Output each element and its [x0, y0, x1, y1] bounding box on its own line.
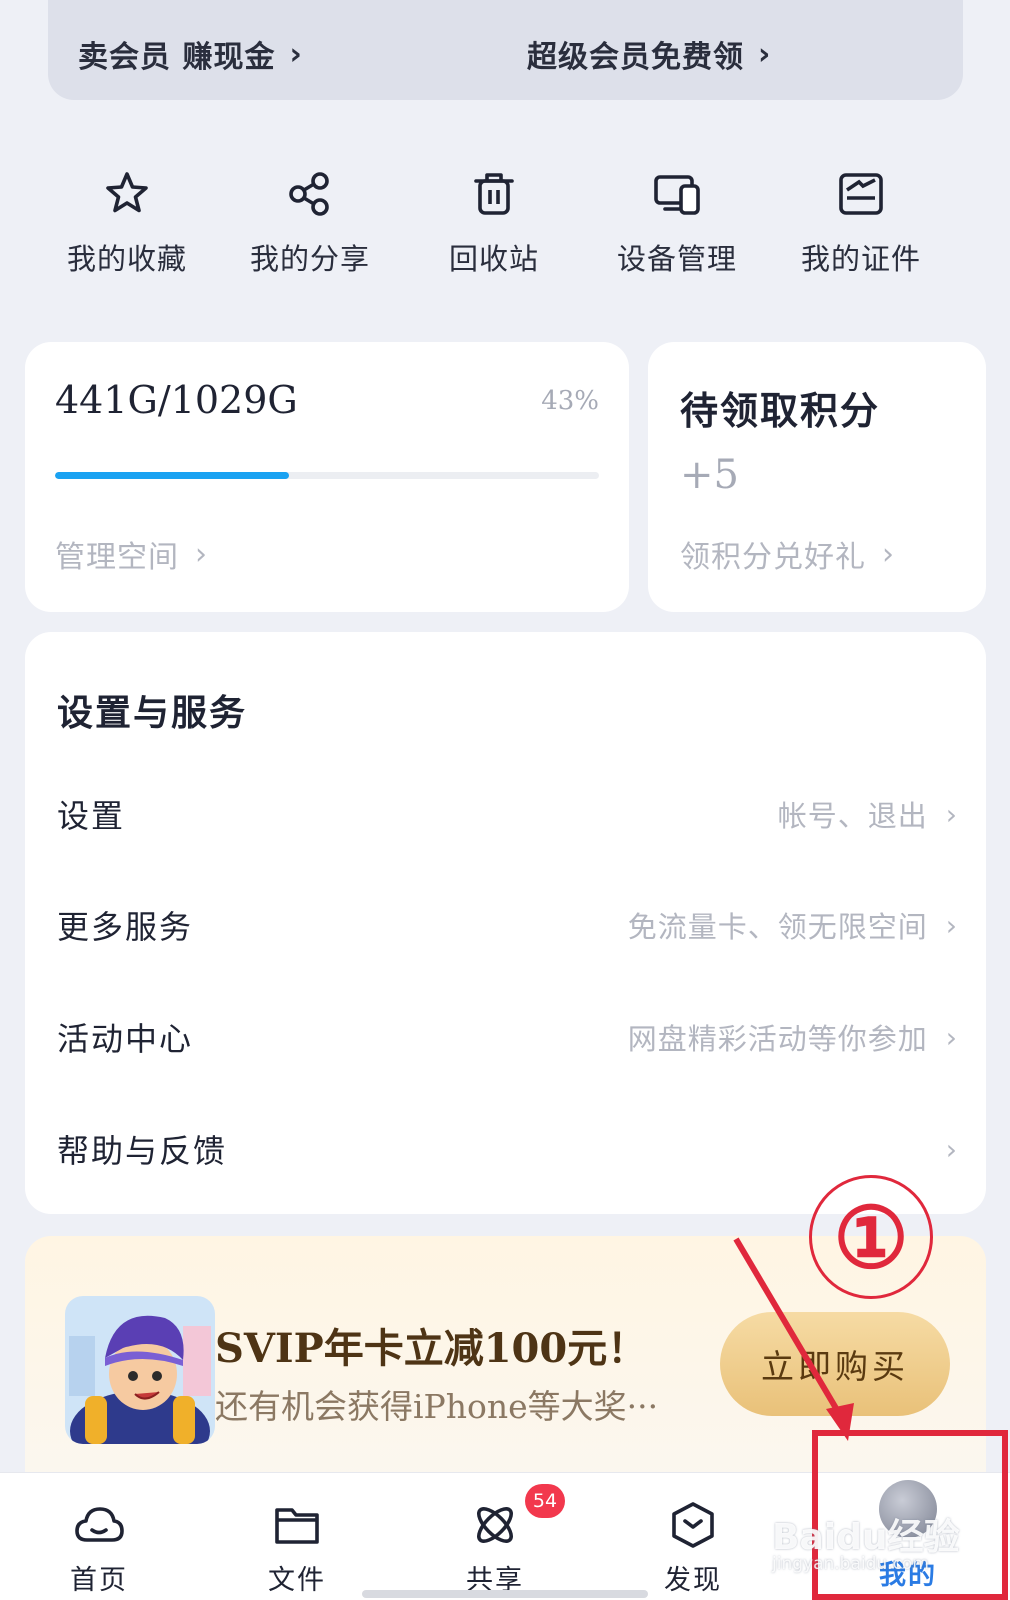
- svip-promo-title: SVIP年卡立减100元！: [215, 1325, 648, 1372]
- id-card-icon: [839, 173, 883, 215]
- sell-membership-label: 卖会员 赚现金: [78, 40, 276, 75]
- chevron-right-icon: ›: [945, 1020, 957, 1054]
- tab-label: 文件: [268, 1565, 326, 1596]
- chevron-right-icon: ›: [289, 36, 303, 72]
- row-label: 设置: [57, 797, 126, 835]
- quick-action-label: 我的证件: [800, 242, 921, 276]
- points-title: 待领取积分: [680, 389, 881, 433]
- quick-action-id-documents[interactable]: 我的证件: [781, 168, 941, 278]
- quick-action-label: 我的收藏: [66, 242, 187, 276]
- row-hint: 帐号、退出: [777, 799, 928, 833]
- quick-action-favorites[interactable]: 我的收藏: [47, 168, 207, 278]
- quick-action-label: 回收站: [448, 242, 539, 276]
- settings-services-card: 设置与服务 设置 帐号、退出 › 更多服务 免流量卡、领无限空间 › 活动中心 …: [25, 632, 986, 1214]
- row-label: 帮助与反馈: [57, 1132, 228, 1170]
- quick-action-device-management[interactable]: 设备管理: [597, 168, 757, 278]
- tab-label: 发现: [664, 1565, 722, 1596]
- home-indicator: [362, 1590, 648, 1598]
- tab-files[interactable]: 文件: [242, 1498, 352, 1598]
- annotation-step-marker: ①: [809, 1175, 933, 1299]
- notification-badge: 54: [525, 1484, 565, 1518]
- manage-space-link[interactable]: 管理空间 ›: [55, 532, 208, 576]
- quick-action-label: 我的分享: [249, 242, 370, 276]
- points-value: +5: [680, 452, 739, 498]
- settings-row-help-feedback[interactable]: 帮助与反馈 ›: [57, 1119, 957, 1179]
- devices-icon: [654, 175, 700, 215]
- row-label: 更多服务: [57, 908, 194, 946]
- chevron-right-icon: ›: [945, 908, 957, 942]
- chevron-right-icon: ›: [758, 36, 772, 72]
- watermark-url: jingyan.baidu.com: [772, 1554, 929, 1574]
- cloud-icon: [75, 1507, 124, 1542]
- settings-row-more-services[interactable]: 更多服务 免流量卡、领无限空间 ›: [57, 895, 957, 955]
- folder-icon: [275, 1508, 319, 1544]
- share-icon: [289, 172, 329, 216]
- trash-icon: [474, 173, 514, 215]
- chevron-right-icon: ›: [945, 797, 957, 831]
- svip-promo-subtitle: 还有机会获得iPhone等大奖···: [215, 1387, 659, 1426]
- chevron-right-icon: ›: [882, 536, 895, 572]
- cube-icon: [672, 1502, 714, 1548]
- redeem-points-link[interactable]: 领积分兑好礼 ›: [680, 532, 895, 576]
- storage-percent: 43%: [541, 386, 599, 416]
- redeem-points-label: 领积分兑好礼: [680, 540, 866, 575]
- storage-card[interactable]: 441G/1029G 43% 管理空间 ›: [25, 342, 629, 612]
- row-hint: 免流量卡、领无限空间: [627, 910, 928, 944]
- settings-row-activity-center[interactable]: 活动中心 网盘精彩活动等你参加 ›: [57, 1007, 957, 1067]
- free-super-member-link[interactable]: 超级会员免费领 ›: [527, 32, 771, 76]
- tab-home[interactable]: 首页: [44, 1498, 154, 1598]
- atom-icon: [477, 1507, 513, 1543]
- settings-row-settings[interactable]: 设置 帐号、退出 ›: [57, 784, 957, 844]
- quick-action-shares[interactable]: 我的分享: [230, 168, 390, 278]
- chevron-right-icon: ›: [195, 536, 208, 572]
- watermark-logo: Baidu经验: [772, 1517, 960, 1558]
- quick-action-recycle-bin[interactable]: 回收站: [414, 168, 574, 278]
- quick-action-label: 设备管理: [616, 242, 737, 276]
- tab-label: 首页: [70, 1565, 128, 1596]
- storage-progress-fill: [55, 472, 289, 479]
- chevron-right-icon: ›: [945, 1132, 957, 1166]
- sell-membership-link[interactable]: 卖会员 赚现金 ›: [78, 32, 303, 76]
- tab-discover[interactable]: 发现: [638, 1498, 748, 1598]
- points-card[interactable]: 待领取积分 +5 领积分兑好礼 ›: [648, 342, 986, 612]
- row-hint: 网盘精彩活动等你参加: [627, 1022, 928, 1056]
- mascot-illustration: [65, 1296, 215, 1444]
- star-icon: [106, 172, 148, 213]
- storage-progress-bar: [55, 472, 599, 479]
- section-title: 设置与服务: [57, 693, 248, 734]
- row-label: 活动中心: [57, 1020, 194, 1058]
- free-super-member-label: 超级会员免费领: [527, 40, 744, 75]
- storage-usage-text: 441G/1029G: [55, 378, 298, 422]
- manage-space-label: 管理空间: [55, 540, 179, 575]
